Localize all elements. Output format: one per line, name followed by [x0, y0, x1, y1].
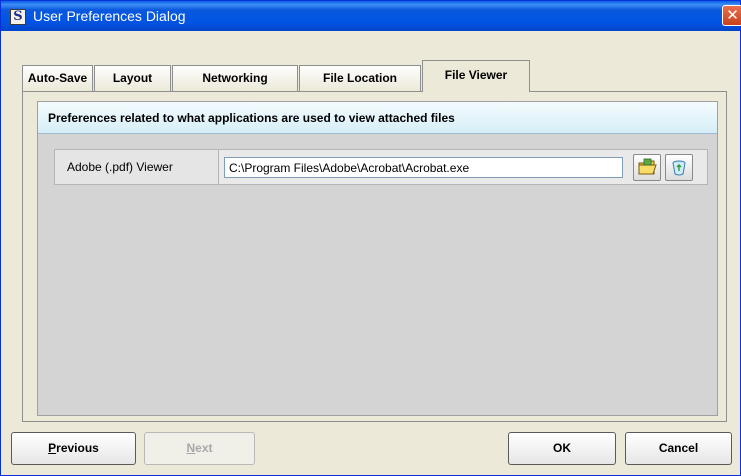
tab-networking[interactable]: Networking [172, 65, 298, 91]
window-title: User Preferences Dialog [33, 8, 186, 24]
pdf-viewer-row: Adobe (.pdf) Viewer [54, 149, 708, 185]
pdf-viewer-path-input[interactable] [224, 157, 623, 178]
tab-file-location[interactable]: File Location [299, 65, 421, 91]
file-viewer-section: Preferences related to what applications… [37, 101, 718, 416]
next-mnemonic: N [186, 441, 196, 455]
recycle-bin-icon [672, 160, 686, 176]
app-icon: S [10, 9, 26, 25]
ok-button[interactable]: OK [508, 432, 616, 465]
tab-auto-save[interactable]: Auto-Save [22, 65, 93, 91]
tab-panel: Preferences related to what applications… [22, 91, 727, 422]
cancel-button[interactable]: Cancel [625, 432, 732, 465]
pdf-viewer-label: Adobe (.pdf) Viewer [55, 150, 219, 184]
next-button[interactable]: Next [144, 432, 255, 465]
close-button[interactable]: ✕ [722, 5, 741, 26]
previous-mnemonic: P [48, 441, 57, 455]
clear-button[interactable] [665, 154, 693, 181]
tab-file-viewer[interactable]: File Viewer [422, 60, 530, 92]
previous-label: revious [56, 441, 99, 455]
previous-button[interactable]: Previous [11, 432, 136, 465]
title-bar[interactable]: S User Preferences Dialog ✕ [1, 1, 741, 31]
folder-icon [638, 158, 657, 175]
section-description: Preferences related to what applications… [38, 102, 717, 134]
tab-layout[interactable]: Layout [94, 65, 171, 91]
close-icon: ✕ [726, 6, 739, 24]
next-label: ext [195, 441, 213, 455]
browse-button[interactable] [633, 154, 661, 181]
user-preferences-dialog: S User Preferences Dialog ✕ Auto-Save La… [0, 0, 741, 476]
